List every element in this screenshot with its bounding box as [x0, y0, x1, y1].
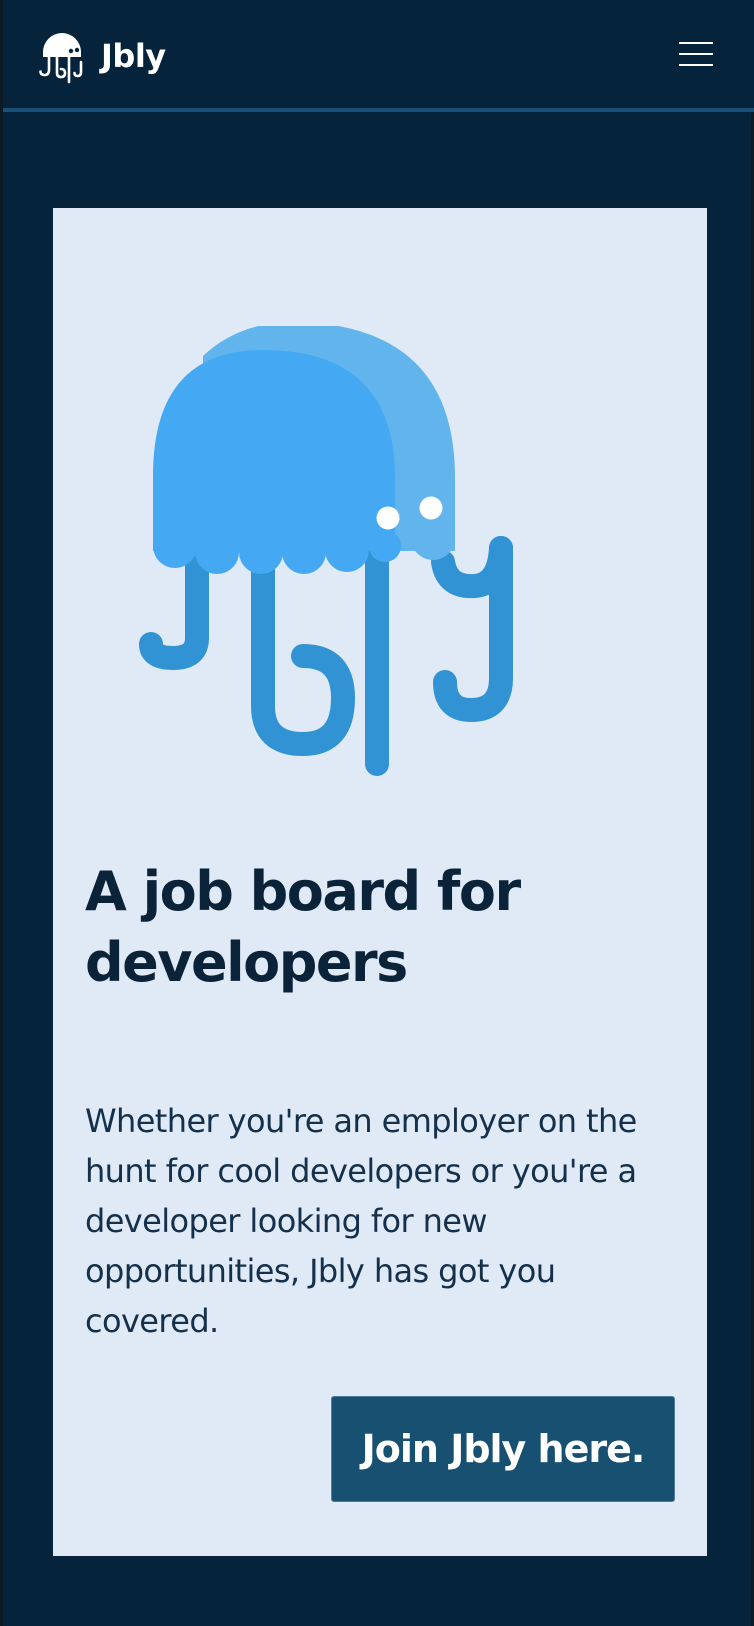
page-frame: Jbly A job board for developers Whether …: [0, 0, 754, 1626]
navbar: Jbly: [3, 0, 754, 112]
brand-link[interactable]: Jbly: [37, 26, 166, 86]
hero-card: A job board for developers Whether you'r…: [53, 208, 707, 1556]
join-button[interactable]: Join Jbly here.: [331, 1396, 675, 1502]
jellyfish-logo-icon: [39, 33, 83, 84]
hero-description: Whether you're an employer on the hunt f…: [85, 1102, 637, 1340]
hamburger-menu-button[interactable]: [679, 38, 715, 68]
jellyfish-mascot-illustration: [139, 326, 513, 776]
hamburger-menu-icon: [679, 42, 713, 44]
brand-name: Jbly: [101, 37, 166, 75]
hero-headline: A job board for developers: [85, 860, 521, 994]
